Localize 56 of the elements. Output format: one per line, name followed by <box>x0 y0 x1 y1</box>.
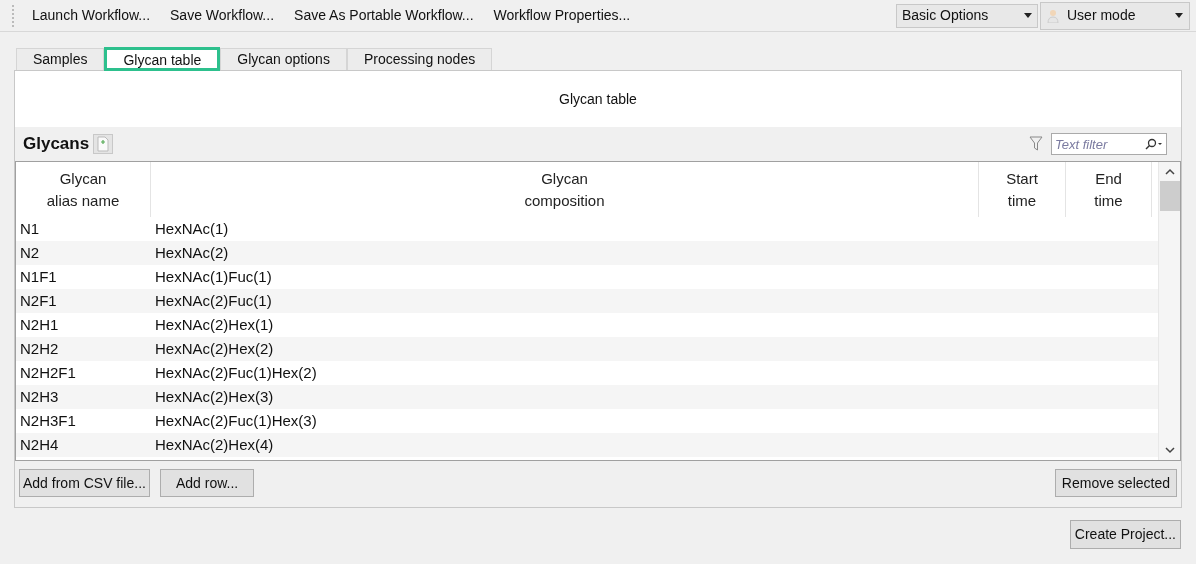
user-icon <box>1047 8 1059 23</box>
toolbar-action[interactable]: Workflow Properties... <box>491 3 633 28</box>
remove-selected-button[interactable]: Remove selected <box>1054 469 1177 497</box>
scroll-down-icon[interactable] <box>1164 447 1175 454</box>
caret-icon <box>1024 13 1032 18</box>
scroll-up-icon[interactable] <box>1164 168 1175 175</box>
table-row[interactable]: N2F1 HexNAc(2)Fuc(1) <box>16 289 1158 313</box>
tab[interactable]: Samples <box>16 48 105 70</box>
column-header[interactable]: Glycan composition <box>524 167 605 212</box>
table-row[interactable]: N2H4 HexNAc(2)Hex(4) <box>16 433 1158 457</box>
create-project-button[interactable]: Create Project... <box>1069 520 1181 549</box>
table-cell-text: N2H1 <box>19 314 60 335</box>
toolbar-action[interactable]: Save Workflow... <box>168 3 277 28</box>
filter-icon[interactable] <box>1029 136 1043 152</box>
table-cell-text: HexNAc(2)Hex(4) <box>154 434 275 455</box>
filter-field[interactable]: Text filter <box>1051 133 1167 155</box>
table-cell-text: HexNAc(1)Fuc(1) <box>154 266 273 287</box>
section-title: Glycans <box>23 133 90 156</box>
table-cell-text: HexNAc(2)Fuc(1) <box>154 290 273 311</box>
tab[interactable]: Glycan table <box>104 47 221 71</box>
column-header[interactable]: End time <box>1094 167 1123 212</box>
scroll-thumb[interactable] <box>1159 181 1180 211</box>
table-cell-text: N2H4 <box>19 434 60 455</box>
mode-dropdown[interactable]: User mode <box>1040 1 1190 30</box>
table-cell-text: N2H2 <box>19 338 60 359</box>
table-cell-text: N1F1 <box>19 266 58 287</box>
table-cell-text: N1 <box>19 218 41 239</box>
action-button[interactable]: Add row... <box>159 469 255 497</box>
panel-title: Glycan table <box>559 89 637 109</box>
table-cell-text: N2H3 <box>19 386 60 407</box>
add-document-icon[interactable] <box>93 134 114 154</box>
table-row[interactable]: N2H2 HexNAc(2)Hex(2) <box>16 337 1158 361</box>
tab[interactable]: Processing nodes <box>346 48 493 70</box>
table-cell-text: HexNAc(2)Hex(2) <box>154 338 275 359</box>
column-header[interactable]: Glycan alias name <box>46 167 120 212</box>
action-button[interactable]: Add from CSV file... <box>19 469 150 497</box>
caret-icon <box>1175 13 1183 18</box>
table-row[interactable]: N2H3 HexNAc(2)Hex(3) <box>16 385 1158 409</box>
column-header[interactable]: Start time <box>1006 167 1038 212</box>
table-cell-text: HexNAc(2)Hex(1) <box>154 314 275 335</box>
table-cell-text: N2H3F1 <box>19 410 77 431</box>
table-cell-text: HexNAc(2) <box>154 242 230 263</box>
table-cell-text: HexNAc(2)Fuc(1)Hex(3) <box>154 410 318 431</box>
options-dropdown[interactable]: Basic Options <box>896 3 1038 28</box>
scrollbar[interactable] <box>1158 162 1180 460</box>
table-cell-text: HexNAc(1) <box>154 218 230 239</box>
table-cell-text: HexNAc(2)Fuc(1)Hex(2) <box>154 362 318 383</box>
tab[interactable]: Glycan options <box>220 48 347 70</box>
table-cell-text: N2H2F1 <box>19 362 77 383</box>
toolbar-action[interactable]: Save As Portable Workflow... <box>292 3 476 28</box>
toolbar-action[interactable]: Launch Workflow... <box>30 3 153 28</box>
table-cell-text: HexNAc(2)Hex(3) <box>154 386 275 407</box>
search-icon[interactable] <box>1144 138 1164 150</box>
table-row[interactable]: N2 HexNAc(2) <box>16 241 1158 265</box>
table-cell-text: N2F1 <box>19 290 58 311</box>
table-cell-text: N2 <box>19 242 41 263</box>
